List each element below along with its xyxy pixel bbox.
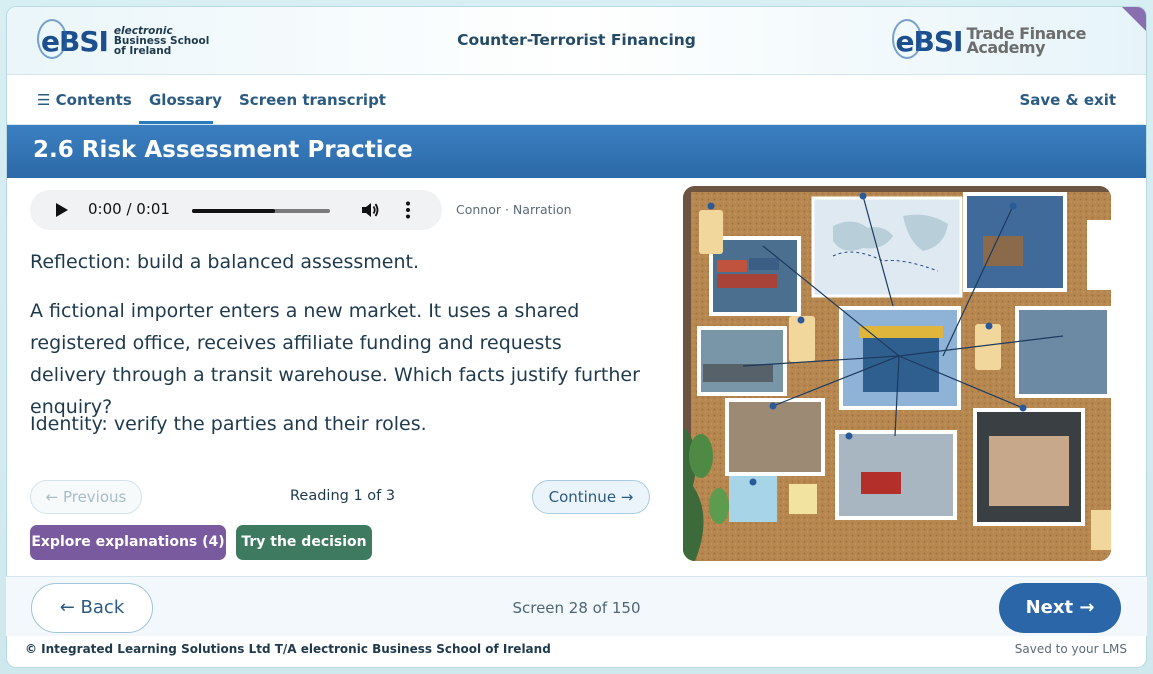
previous-button[interactable]: ← Previous: [30, 480, 142, 514]
trade-finance-logo: eBSI Trade Finance Academy: [891, 18, 1086, 61]
audio-progress-bar[interactable]: [192, 209, 330, 213]
next-button[interactable]: Next →: [999, 583, 1121, 633]
copyright-text: © Integrated Learning Solutions Ltd T/A …: [25, 642, 551, 656]
continue-button[interactable]: Continue →: [532, 480, 650, 514]
header: eBSI electronic Business School of Irela…: [7, 7, 1146, 75]
logo-mark: eBSI: [891, 18, 963, 59]
page-title-bar: 2.6 Risk Assessment Practice: [7, 125, 1146, 178]
explore-explanations-button[interactable]: Explore explanations (4): [30, 525, 226, 560]
volume-icon[interactable]: [360, 201, 380, 219]
identity-text: Identity: verify the parties and their r…: [30, 413, 427, 435]
corkboard-image: [683, 186, 1111, 561]
page-title: 2.6 Risk Assessment Practice: [33, 137, 413, 163]
corner-accent: [1122, 7, 1146, 31]
try-decision-button[interactable]: Try the decision: [236, 525, 372, 560]
nav-screen-transcript[interactable]: Screen transcript: [239, 91, 386, 109]
screen-counter: Screen 28 of 150: [512, 599, 641, 617]
nav-glossary[interactable]: Glossary: [149, 91, 222, 109]
nav-bar: ☰ Contents Glossary Screen transcript Sa…: [7, 75, 1146, 125]
reading-status: Reading 1 of 3: [290, 488, 396, 504]
more-options-icon[interactable]: [406, 201, 410, 219]
corkboard-illustration: [683, 186, 1111, 561]
nav-contents[interactable]: ☰ Contents: [37, 91, 132, 109]
audio-time: 0:00 / 0:01: [88, 200, 170, 218]
reflection-text: Reflection: build a balanced assessment.: [30, 251, 419, 273]
audio-progress-fill: [192, 209, 275, 213]
narrator-label: Connor · Narration: [456, 202, 572, 217]
save-exit-button[interactable]: Save & exit: [1019, 91, 1116, 109]
audio-player: 0:00 / 0:01: [30, 190, 442, 230]
scenario-text: A fictional importer enters a new market…: [30, 300, 640, 418]
active-tab-indicator: [139, 121, 213, 124]
footer-nav: ← Back Screen 28 of 150 Next →: [6, 576, 1147, 636]
saved-status: Saved to your LMS: [1014, 642, 1127, 656]
logo-text: Trade Finance Academy: [966, 24, 1086, 57]
play-icon[interactable]: [56, 203, 68, 217]
